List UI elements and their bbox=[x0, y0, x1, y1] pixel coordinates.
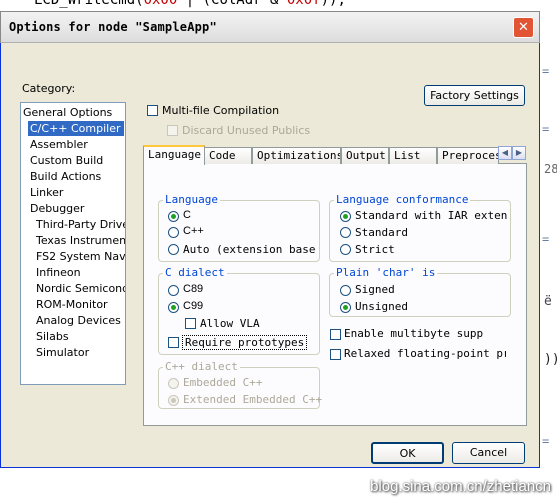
category-item-debugger[interactable]: Debugger bbox=[30, 201, 84, 216]
plain-char-group-title: Plain 'char' is bbox=[334, 266, 438, 279]
extended-embedded-cpp-radio[interactable] bbox=[168, 395, 179, 406]
category-item-infineon[interactable]: Infineon bbox=[36, 265, 81, 280]
c99-label: C99 bbox=[183, 300, 204, 312]
language-c-radio[interactable] bbox=[168, 211, 179, 222]
unsigned-label: Unsigned bbox=[355, 300, 408, 313]
require-prototypes-checkbox[interactable] bbox=[168, 337, 179, 348]
category-item-fs2-system-navigator[interactable]: FS2 System Naviga bbox=[36, 249, 125, 264]
enable-multibyte-checkbox[interactable] bbox=[330, 329, 341, 340]
c89-label: C89 bbox=[183, 283, 204, 295]
language-cpp-radio[interactable] bbox=[168, 227, 179, 238]
discard-unused-publics-label: Discard Unused Publics bbox=[182, 124, 311, 137]
editor-fragment: 28. bbox=[544, 162, 557, 176]
category-item-simulator[interactable]: Simulator bbox=[36, 345, 89, 360]
tab-language[interactable]: Language bbox=[143, 145, 205, 165]
language-c-label: C bbox=[183, 209, 191, 221]
editor-fragment: ё bbox=[544, 294, 552, 309]
category-item-linker[interactable]: Linker bbox=[30, 185, 63, 200]
multi-file-compilation-label: Multi-file Compilation bbox=[162, 104, 280, 117]
category-item-texas-instruments[interactable]: Texas Instruments bbox=[36, 233, 125, 248]
enable-multibyte-label: Enable multibyte supp bbox=[344, 327, 484, 340]
category-item-silabs[interactable]: Silabs bbox=[36, 329, 69, 344]
ok-button[interactable]: OK bbox=[371, 442, 444, 464]
c89-radio[interactable] bbox=[168, 285, 179, 296]
cancel-button[interactable]: Cancel bbox=[452, 442, 525, 464]
category-item-nordic-semiconductor[interactable]: Nordic Semiconduc bbox=[36, 281, 125, 296]
multi-file-compilation-checkbox[interactable] bbox=[147, 105, 158, 116]
arrow-right-icon: ▶ bbox=[515, 148, 523, 157]
tab-scroll-left-button[interactable]: ◀ bbox=[498, 146, 512, 160]
category-item-c-cpp-compiler[interactable]: C/C++ Compiler bbox=[28, 121, 124, 136]
language-auto-label: Auto (extension base bbox=[183, 243, 316, 256]
tab-scroll-right-button[interactable]: ▶ bbox=[512, 146, 526, 160]
extended-embedded-cpp-label: Extended Embedded C++ bbox=[183, 393, 323, 406]
signed-label: Signed bbox=[355, 283, 395, 296]
c-dialect-group-title: C dialect bbox=[163, 266, 227, 279]
language-group-title: Language bbox=[163, 193, 220, 206]
c99-radio[interactable] bbox=[168, 302, 179, 313]
category-label: Category: bbox=[22, 82, 76, 95]
language-cpp-label: C++ bbox=[183, 225, 204, 237]
tab-optimizations[interactable]: Optimizations bbox=[252, 147, 341, 164]
standard-iar-label: Standard with IAR extensi bbox=[355, 209, 507, 222]
category-item-analog-devices[interactable]: Analog Devices bbox=[36, 313, 121, 328]
editor-separator: = bbox=[542, 232, 550, 246]
standard-iar-radio[interactable] bbox=[340, 211, 351, 222]
editor-fragment: )) bbox=[544, 352, 557, 367]
strict-radio[interactable] bbox=[340, 244, 351, 255]
watermark-text: blog.sina.com.cn/zhetiancn bbox=[370, 478, 551, 495]
editor-code-line: LCD_WriteCmd(0x00 | (ColAdr & 0x0f)); bbox=[34, 0, 346, 8]
close-icon: ✕ bbox=[518, 20, 529, 35]
require-prototypes-label: Require prototypes bbox=[182, 335, 308, 350]
category-list[interactable]: General Options C/C++ Compiler Assembler… bbox=[20, 102, 126, 385]
close-button[interactable]: ✕ bbox=[513, 17, 534, 38]
category-item-custom-build[interactable]: Custom Build bbox=[30, 153, 103, 168]
arrow-left-icon: ◀ bbox=[501, 148, 509, 157]
relaxed-floating-point-label: Relaxed floating-point prec bbox=[344, 347, 506, 360]
allow-vla-checkbox[interactable] bbox=[185, 318, 196, 329]
allow-vla-label: Allow VLA bbox=[200, 317, 260, 330]
discard-unused-publics-checkbox[interactable] bbox=[167, 125, 178, 136]
language-auto-radio[interactable] bbox=[168, 244, 179, 255]
embedded-cpp-label: Embedded C++ bbox=[183, 376, 263, 389]
factory-settings-button[interactable]: Factory Settings bbox=[424, 85, 525, 106]
language-conformance-group-title: Language conformance bbox=[334, 193, 471, 206]
category-item-assembler[interactable]: Assembler bbox=[30, 137, 88, 152]
category-item-rom-monitor[interactable]: ROM-Monitor bbox=[36, 297, 108, 312]
dialog-title: Options for node "SampleApp" bbox=[9, 20, 217, 34]
tab-code[interactable]: Code bbox=[204, 147, 252, 164]
tab-list[interactable]: List bbox=[389, 147, 437, 164]
standard-radio[interactable] bbox=[340, 227, 351, 238]
tab-output[interactable]: Output bbox=[341, 147, 389, 164]
category-item-third-party-driver[interactable]: Third-Party Driver bbox=[36, 217, 125, 232]
strict-label: Strict bbox=[355, 243, 395, 256]
signed-radio[interactable] bbox=[340, 285, 351, 296]
embedded-cpp-radio[interactable] bbox=[168, 378, 179, 389]
editor-separator: = bbox=[542, 434, 550, 448]
editor-separator: = bbox=[542, 122, 550, 136]
standard-label: Standard bbox=[355, 226, 408, 239]
tab-preprocessor[interactable]: Preproces bbox=[437, 147, 499, 164]
category-item-build-actions[interactable]: Build Actions bbox=[30, 169, 101, 184]
relaxed-floating-point-checkbox[interactable] bbox=[330, 349, 341, 360]
unsigned-radio[interactable] bbox=[340, 302, 351, 313]
category-item-general-options[interactable]: General Options bbox=[23, 105, 112, 120]
editor-separator: = bbox=[542, 64, 550, 78]
cpp-dialect-group-title: C++ dialect bbox=[163, 360, 240, 373]
